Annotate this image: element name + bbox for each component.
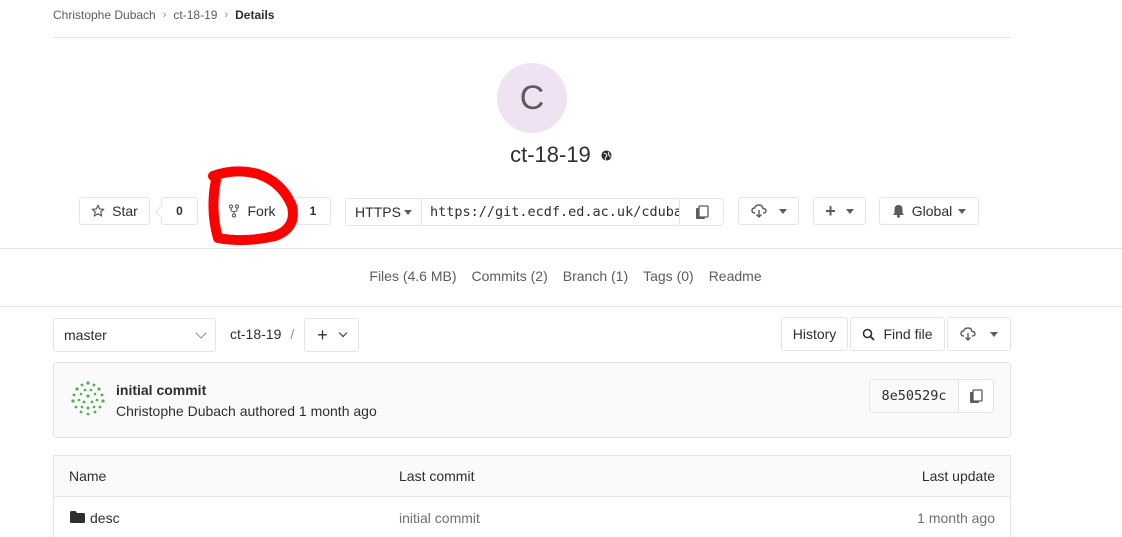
find-file-label: Find file [883, 326, 933, 342]
breadcrumb-owner[interactable]: Christophe Dubach [53, 8, 156, 22]
divider [0, 248, 1122, 249]
stat-commits[interactable]: Commits (2) [472, 268, 548, 284]
project-avatar: C [497, 63, 567, 133]
plus-icon: + [317, 325, 328, 345]
stat-files[interactable]: Files (4.6 MB) [369, 268, 456, 284]
plus-icon: + [825, 201, 836, 221]
commit-title[interactable]: initial commit [116, 382, 206, 398]
breadcrumb-separator-icon: › [224, 9, 229, 21]
user-identicon [71, 381, 105, 416]
copy-sha-button[interactable] [959, 380, 993, 412]
project-stats: Files (4.6 MB) Commits (2) Branch (1) Ta… [0, 268, 1122, 284]
download-dropdown[interactable] [738, 197, 799, 225]
globe-icon [601, 150, 612, 161]
project-title: ct-18-19 [0, 142, 1122, 168]
star-icon [91, 204, 105, 217]
star-count[interactable]: 0 [161, 197, 198, 225]
clone-url-group: HTTPS https://git.ecdf.ed.ac.uk/cdubach/… [345, 198, 724, 226]
clone-protocol-dropdown[interactable]: HTTPS [346, 199, 422, 225]
notification-level: Global [911, 203, 953, 219]
divider [0, 306, 1122, 307]
new-item-dropdown[interactable]: + [813, 197, 866, 225]
fork-button[interactable]: Fork [214, 197, 289, 225]
clone-url-input[interactable]: https://git.ecdf.ed.ac.uk/cdubach/ct-18-… [422, 199, 679, 225]
path-separator: / [290, 326, 295, 342]
history-button[interactable]: History [781, 317, 848, 351]
add-to-tree-dropdown[interactable]: + [304, 318, 359, 352]
clipboard-icon [695, 204, 709, 219]
fork-label: Fork [247, 203, 276, 219]
bell-icon [892, 205, 904, 218]
branch-name: master [64, 327, 107, 343]
file-name[interactable]: desc [90, 510, 120, 526]
copy-url-button[interactable] [679, 199, 723, 225]
divider [53, 37, 1011, 38]
stat-branch[interactable]: Branch (1) [563, 268, 628, 284]
file-table-header [53, 455, 1011, 497]
caret-down-icon [990, 331, 998, 337]
tree-path-root[interactable]: ct-18-19 [230, 326, 281, 342]
find-file-button[interactable]: Find file [850, 317, 945, 351]
star-button[interactable]: Star [79, 197, 150, 225]
breadcrumb-separator-icon: › [162, 9, 167, 21]
stat-readme[interactable]: Readme [709, 268, 762, 284]
file-last-update: 1 month ago [917, 510, 995, 526]
file-last-commit[interactable]: initial commit [399, 510, 480, 526]
download-source-dropdown[interactable] [947, 317, 1011, 351]
folder-icon [70, 511, 85, 523]
star-label: Star [112, 203, 138, 219]
tree-path: ct-18-19 / [230, 326, 294, 342]
column-name: Name [69, 468, 107, 484]
cloud-download-icon [960, 327, 976, 341]
chevron-down-icon [195, 327, 207, 339]
caret-down-icon [778, 208, 787, 214]
stat-tags[interactable]: Tags (0) [643, 268, 694, 284]
fork-count[interactable]: 1 [295, 197, 331, 225]
commit-author: Christophe Dubach authored 1 month ago [116, 403, 377, 419]
clone-protocol-label: HTTPS [355, 204, 401, 220]
search-icon [863, 328, 876, 341]
notification-dropdown[interactable]: Global [879, 197, 979, 225]
breadcrumb-current[interactable]: Details [235, 8, 274, 22]
project-name: ct-18-19 [510, 142, 591, 167]
breadcrumb-project[interactable]: ct-18-19 [173, 8, 217, 22]
caret-down-icon [403, 209, 412, 215]
cloud-download-icon [750, 204, 767, 218]
column-last-commit: Last commit [399, 468, 475, 484]
fork-icon [228, 204, 239, 218]
branch-select[interactable]: master [53, 318, 216, 352]
last-commit-panel [53, 362, 1011, 438]
column-last-update: Last update [921, 468, 995, 484]
caret-down-icon [958, 208, 967, 214]
clipboard-icon [970, 388, 983, 403]
table-row[interactable] [53, 497, 1011, 537]
commit-sha[interactable]: 8e50529c [870, 380, 959, 412]
breadcrumb: Christophe Dubach › ct-18-19 › Details [53, 7, 274, 23]
caret-down-icon [845, 208, 854, 214]
chevron-down-icon [338, 328, 347, 338]
commit-sha-group: 8e50529c [869, 379, 994, 413]
